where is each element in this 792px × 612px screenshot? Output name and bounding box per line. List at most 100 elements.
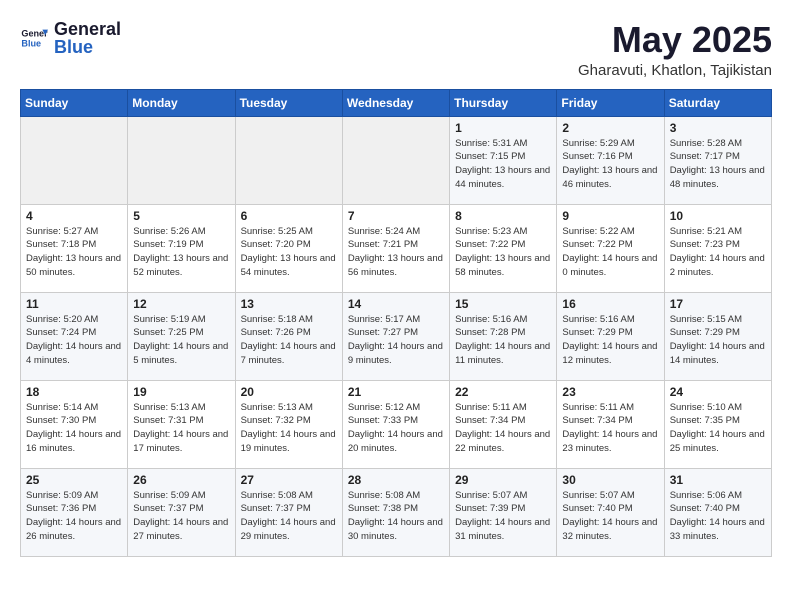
day-number: 8 xyxy=(455,209,551,223)
day-info: Sunrise: 5:07 AMSunset: 7:40 PMDaylight:… xyxy=(562,489,658,544)
day-number: 1 xyxy=(455,121,551,135)
day-info: Sunrise: 5:12 AMSunset: 7:33 PMDaylight:… xyxy=(348,401,444,456)
calendar-cell: 5 Sunrise: 5:26 AMSunset: 7:19 PMDaylight… xyxy=(128,204,235,292)
day-info: Sunrise: 5:11 AMSunset: 7:34 PMDaylight:… xyxy=(562,401,658,456)
calendar-cell: 9 Sunrise: 5:22 AMSunset: 7:22 PMDaylight… xyxy=(557,204,664,292)
calendar-cell: 29 Sunrise: 5:07 AMSunset: 7:39 PMDayligh… xyxy=(450,468,557,556)
month-title: May 2025 xyxy=(578,20,772,60)
day-number: 12 xyxy=(133,297,229,311)
day-number: 30 xyxy=(562,473,658,487)
day-info: Sunrise: 5:09 AMSunset: 7:37 PMDaylight:… xyxy=(133,489,229,544)
day-info: Sunrise: 5:07 AMSunset: 7:39 PMDaylight:… xyxy=(455,489,551,544)
week-row-2: 4 Sunrise: 5:27 AMSunset: 7:18 PMDaylight… xyxy=(21,204,772,292)
day-number: 27 xyxy=(241,473,337,487)
day-info: Sunrise: 5:26 AMSunset: 7:19 PMDaylight:… xyxy=(133,225,229,280)
day-info: Sunrise: 5:20 AMSunset: 7:24 PMDaylight:… xyxy=(26,313,122,368)
calendar-cell: 26 Sunrise: 5:09 AMSunset: 7:37 PMDayligh… xyxy=(128,468,235,556)
calendar-cell: 15 Sunrise: 5:16 AMSunset: 7:28 PMDayligh… xyxy=(450,292,557,380)
calendar-cell xyxy=(21,116,128,204)
calendar-cell: 27 Sunrise: 5:08 AMSunset: 7:37 PMDayligh… xyxy=(235,468,342,556)
day-number: 23 xyxy=(562,385,658,399)
day-info: Sunrise: 5:08 AMSunset: 7:37 PMDaylight:… xyxy=(241,489,337,544)
day-number: 10 xyxy=(670,209,766,223)
day-number: 22 xyxy=(455,385,551,399)
day-number: 5 xyxy=(133,209,229,223)
calendar-cell: 7 Sunrise: 5:24 AMSunset: 7:21 PMDaylight… xyxy=(342,204,449,292)
day-info: Sunrise: 5:22 AMSunset: 7:22 PMDaylight:… xyxy=(562,225,658,280)
day-number: 20 xyxy=(241,385,337,399)
week-row-3: 11 Sunrise: 5:20 AMSunset: 7:24 PMDayligh… xyxy=(21,292,772,380)
day-number: 6 xyxy=(241,209,337,223)
day-number: 17 xyxy=(670,297,766,311)
day-number: 15 xyxy=(455,297,551,311)
day-info: Sunrise: 5:21 AMSunset: 7:23 PMDaylight:… xyxy=(670,225,766,280)
day-info: Sunrise: 5:31 AMSunset: 7:15 PMDaylight:… xyxy=(455,137,551,192)
day-number: 11 xyxy=(26,297,122,311)
calendar-cell: 17Sunrise: 5:15 AMSunset: 7:29 PMDayligh… xyxy=(664,292,771,380)
calendar-cell xyxy=(128,116,235,204)
svg-text:Blue: Blue xyxy=(21,38,41,48)
day-info: Sunrise: 5:11 AMSunset: 7:34 PMDaylight:… xyxy=(455,401,551,456)
weekday-header-wednesday: Wednesday xyxy=(342,89,449,116)
day-info: Sunrise: 5:25 AMSunset: 7:20 PMDaylight:… xyxy=(241,225,337,280)
calendar-cell: 23 Sunrise: 5:11 AMSunset: 7:34 PMDayligh… xyxy=(557,380,664,468)
calendar-cell: 2 Sunrise: 5:29 AMSunset: 7:16 PMDaylight… xyxy=(557,116,664,204)
header-row: SundayMondayTuesdayWednesdayThursdayFrid… xyxy=(21,89,772,116)
calendar-cell: 10 Sunrise: 5:21 AMSunset: 7:23 PMDayligh… xyxy=(664,204,771,292)
calendar-cell xyxy=(342,116,449,204)
calendar-cell: 18Sunrise: 5:14 AMSunset: 7:30 PMDayligh… xyxy=(21,380,128,468)
weekday-header-friday: Friday xyxy=(557,89,664,116)
day-number: 19 xyxy=(133,385,229,399)
day-number: 21 xyxy=(348,385,444,399)
day-info: Sunrise: 5:29 AMSunset: 7:16 PMDaylight:… xyxy=(562,137,658,192)
day-number: 25 xyxy=(26,473,122,487)
calendar-body: 1 Sunrise: 5:31 AMSunset: 7:15 PMDaylight… xyxy=(21,116,772,556)
day-info: Sunrise: 5:16 AMSunset: 7:28 PMDaylight:… xyxy=(455,313,551,368)
day-info: Sunrise: 5:17 AMSunset: 7:27 PMDaylight:… xyxy=(348,313,444,368)
calendar-cell: 14 Sunrise: 5:17 AMSunset: 7:27 PMDayligh… xyxy=(342,292,449,380)
weekday-header-sunday: Sunday xyxy=(21,89,128,116)
day-number: 7 xyxy=(348,209,444,223)
day-info: Sunrise: 5:13 AMSunset: 7:31 PMDaylight:… xyxy=(133,401,229,456)
weekday-header-monday: Monday xyxy=(128,89,235,116)
day-number: 16 xyxy=(562,297,658,311)
weekday-header-tuesday: Tuesday xyxy=(235,89,342,116)
day-info: Sunrise: 5:24 AMSunset: 7:21 PMDaylight:… xyxy=(348,225,444,280)
calendar-cell: 28 Sunrise: 5:08 AMSunset: 7:38 PMDayligh… xyxy=(342,468,449,556)
day-number: 13 xyxy=(241,297,337,311)
logo-icon: General Blue xyxy=(20,24,48,52)
week-row-4: 18Sunrise: 5:14 AMSunset: 7:30 PMDayligh… xyxy=(21,380,772,468)
calendar-cell: 30 Sunrise: 5:07 AMSunset: 7:40 PMDayligh… xyxy=(557,468,664,556)
day-info: Sunrise: 5:09 AMSunset: 7:36 PMDaylight:… xyxy=(26,489,122,544)
day-number: 3 xyxy=(670,121,766,135)
calendar-cell: 6 Sunrise: 5:25 AMSunset: 7:20 PMDaylight… xyxy=(235,204,342,292)
calendar-cell: 4 Sunrise: 5:27 AMSunset: 7:18 PMDaylight… xyxy=(21,204,128,292)
page-header: General Blue General Blue May 2025 Ghara… xyxy=(20,20,772,79)
calendar-header: SundayMondayTuesdayWednesdayThursdayFrid… xyxy=(21,89,772,116)
day-info: Sunrise: 5:28 AMSunset: 7:17 PMDaylight:… xyxy=(670,137,766,192)
calendar-cell: 21 Sunrise: 5:12 AMSunset: 7:33 PMDayligh… xyxy=(342,380,449,468)
calendar-cell: 31Sunrise: 5:06 AMSunset: 7:40 PMDayligh… xyxy=(664,468,771,556)
day-number: 29 xyxy=(455,473,551,487)
week-row-5: 25 Sunrise: 5:09 AMSunset: 7:36 PMDayligh… xyxy=(21,468,772,556)
day-number: 28 xyxy=(348,473,444,487)
calendar-cell: 16Sunrise: 5:16 AMSunset: 7:29 PMDayligh… xyxy=(557,292,664,380)
weekday-header-saturday: Saturday xyxy=(664,89,771,116)
day-number: 26 xyxy=(133,473,229,487)
day-info: Sunrise: 5:14 AMSunset: 7:30 PMDaylight:… xyxy=(26,401,122,456)
day-number: 9 xyxy=(562,209,658,223)
calendar-cell: 24Sunrise: 5:10 AMSunset: 7:35 PMDayligh… xyxy=(664,380,771,468)
day-info: Sunrise: 5:27 AMSunset: 7:18 PMDaylight:… xyxy=(26,225,122,280)
day-number: 31 xyxy=(670,473,766,487)
day-number: 24 xyxy=(670,385,766,399)
day-info: Sunrise: 5:08 AMSunset: 7:38 PMDaylight:… xyxy=(348,489,444,544)
week-row-1: 1 Sunrise: 5:31 AMSunset: 7:15 PMDaylight… xyxy=(21,116,772,204)
day-number: 4 xyxy=(26,209,122,223)
calendar-cell: 25 Sunrise: 5:09 AMSunset: 7:36 PMDayligh… xyxy=(21,468,128,556)
day-number: 14 xyxy=(348,297,444,311)
calendar-cell: 20Sunrise: 5:13 AMSunset: 7:32 PMDayligh… xyxy=(235,380,342,468)
calendar-cell: 12Sunrise: 5:19 AMSunset: 7:25 PMDayligh… xyxy=(128,292,235,380)
calendar-cell: 22 Sunrise: 5:11 AMSunset: 7:34 PMDayligh… xyxy=(450,380,557,468)
day-number: 2 xyxy=(562,121,658,135)
calendar-cell: 3 Sunrise: 5:28 AMSunset: 7:17 PMDaylight… xyxy=(664,116,771,204)
